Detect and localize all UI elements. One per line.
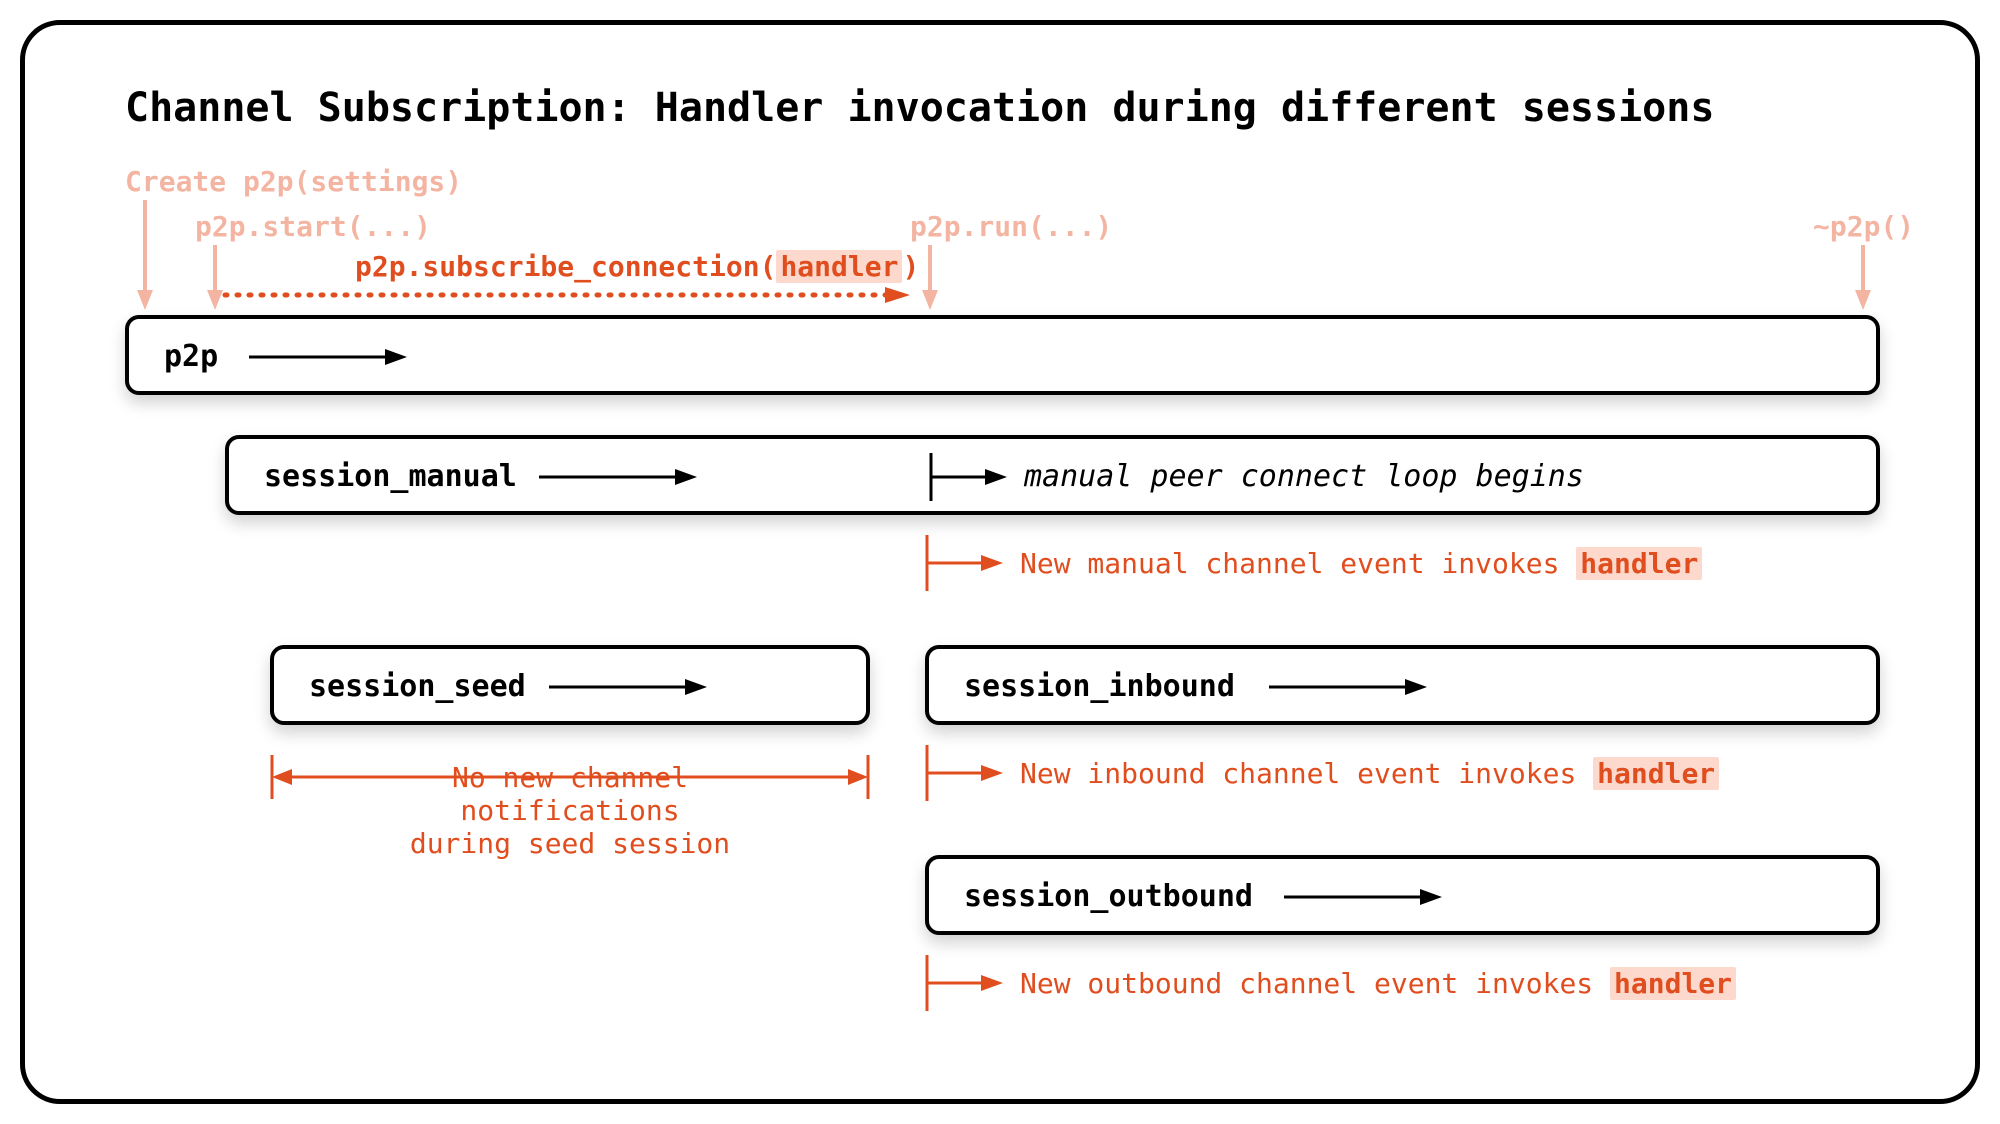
box-session-manual: session_manual manual peer connect loop … bbox=[225, 435, 1880, 515]
box-manual-label: session_manual bbox=[264, 459, 517, 494]
annotation-seed-l1: No new channel notifications bbox=[340, 761, 800, 827]
arrow-outbound-event bbox=[925, 955, 1005, 1015]
annotation-manual-event: New manual channel event invokes handler bbox=[1020, 547, 1702, 580]
annotation-seed-l2: during seed session bbox=[340, 827, 800, 860]
diagram-title: Channel Subscription: Handler invocation… bbox=[125, 85, 1714, 131]
arrow-manual-event bbox=[925, 535, 1005, 595]
box-session-inbound: session_inbound bbox=[925, 645, 1880, 725]
arrow-manual-note bbox=[929, 453, 1009, 501]
arrow-create-down bbox=[135, 200, 155, 310]
label-p2p-destruct: ~p2p() bbox=[1813, 210, 1914, 243]
annotation-inbound-hl: handler bbox=[1593, 757, 1719, 790]
arrow-destruct-down bbox=[1853, 245, 1873, 310]
box-session-seed: session_seed bbox=[270, 645, 870, 725]
arrow-inbound-event bbox=[925, 745, 1005, 805]
arrow-start-down bbox=[205, 245, 225, 310]
label-subscribe: p2p.subscribe_connection(handler) bbox=[355, 250, 919, 283]
annotation-outbound-event: New outbound channel event invokes handl… bbox=[1020, 967, 1736, 1000]
box-p2p: p2p bbox=[125, 315, 1880, 395]
annotation-inbound-pre: New inbound channel event invokes bbox=[1020, 757, 1593, 790]
box-p2p-label: p2p bbox=[164, 339, 218, 374]
box-session-outbound: session_outbound bbox=[925, 855, 1880, 935]
label-p2p-run: p2p.run(...) bbox=[910, 210, 1112, 243]
box-outbound-label: session_outbound bbox=[964, 879, 1253, 914]
arrow-outbound-internal bbox=[1284, 887, 1444, 907]
arrow-p2p-internal bbox=[249, 347, 409, 367]
arrow-subscribe-dotted bbox=[225, 285, 915, 305]
arrow-run-down bbox=[920, 245, 940, 310]
label-create-p2p: Create p2p(settings) bbox=[125, 165, 462, 198]
label-subscribe-post: ) bbox=[902, 250, 919, 283]
box-inbound-label: session_inbound bbox=[964, 669, 1235, 704]
manual-note: manual peer connect loop begins bbox=[1024, 459, 1584, 494]
annotation-outbound-pre: New outbound channel event invokes bbox=[1020, 967, 1610, 1000]
box-seed-label: session_seed bbox=[309, 669, 526, 704]
annotation-manual-hl: handler bbox=[1576, 547, 1702, 580]
annotation-inbound-event: New inbound channel event invokes handle… bbox=[1020, 757, 1719, 790]
annotation-outbound-hl: handler bbox=[1610, 967, 1736, 1000]
label-subscribe-handler: handler bbox=[776, 250, 902, 283]
annotation-seed: No new channel notifications during seed… bbox=[340, 761, 800, 860]
label-p2p-start: p2p.start(...) bbox=[195, 210, 431, 243]
arrow-inbound-internal bbox=[1269, 677, 1429, 697]
arrow-seed-internal bbox=[549, 677, 709, 697]
arrow-manual-internal bbox=[539, 467, 699, 487]
diagram-frame: Channel Subscription: Handler invocation… bbox=[20, 20, 1980, 1104]
annotation-manual-pre: New manual channel event invokes bbox=[1020, 547, 1576, 580]
label-subscribe-pre: p2p.subscribe_connection( bbox=[355, 250, 776, 283]
